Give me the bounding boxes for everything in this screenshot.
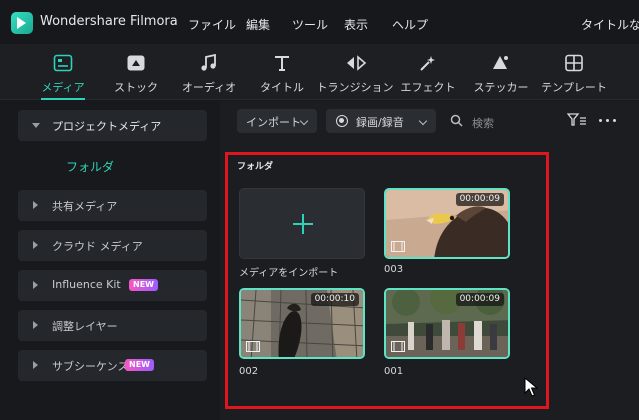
- title-bar: Wondershare Filmora ファイル 編集 ツール 表示 ヘルプ タ…: [0, 0, 639, 44]
- effect-icon: [420, 56, 435, 71]
- sidebar-item-label: サブシーケンス: [52, 360, 129, 373]
- new-badge: NEW: [129, 279, 158, 291]
- media-sidebar: プロジェクトメディア フォルダ 共有メディア クラウド メディア Influen…: [0, 101, 220, 420]
- menu-view[interactable]: 表示: [344, 16, 368, 33]
- sidebar-item-cloud-media[interactable]: クラウド メディア: [18, 230, 207, 261]
- app-name: Wondershare Filmora: [40, 14, 178, 29]
- clip-name: 001: [384, 366, 404, 377]
- module-toolbar: メディア ストック オーディオ タイトル トランジション エフェクト ステッカー…: [0, 44, 639, 100]
- clip-duration: 00:00:10: [310, 293, 359, 306]
- video-file-icon: [246, 341, 260, 352]
- chevron-right-icon: [33, 201, 38, 209]
- sidebar-item-label: Influence Kit: [52, 278, 121, 291]
- sidebar-item-folder[interactable]: フォルダ: [66, 158, 114, 175]
- tab-title[interactable]: タイトル: [246, 44, 318, 100]
- video-file-icon: [391, 241, 405, 252]
- project-title: タイトルなし: [581, 18, 639, 32]
- tab-transition[interactable]: トランジション: [317, 44, 394, 100]
- clip-name: 002: [239, 366, 259, 377]
- sidebar-item-influence-kit[interactable]: Influence Kit NEW: [18, 270, 207, 301]
- menu-edit[interactable]: 編集: [246, 16, 270, 33]
- chevron-right-icon: [33, 241, 38, 249]
- tab-effect[interactable]: エフェクト: [392, 44, 464, 100]
- sidebar-item-project-media[interactable]: プロジェクトメディア: [18, 110, 207, 141]
- tab-media[interactable]: メディア: [27, 44, 99, 100]
- search-icon[interactable]: [450, 114, 463, 127]
- chevron-down-icon: [32, 123, 40, 128]
- chevron-down-icon: [299, 116, 309, 126]
- sidebar-item-label: プロジェクトメディア: [52, 120, 162, 133]
- chevron-down-icon: [418, 116, 428, 126]
- import-media-tile[interactable]: [239, 188, 365, 259]
- tab-audio[interactable]: オーディオ: [173, 44, 245, 100]
- import-media-label: メディアをインポート: [239, 268, 339, 279]
- chevron-right-icon: [33, 361, 38, 369]
- filter-icon[interactable]: [567, 113, 587, 127]
- record-icon: [336, 115, 348, 127]
- media-panel-highlight: フォルダ メディアをインポート 00:00:09 003 00:00:10 00…: [225, 152, 549, 409]
- menu-tools[interactable]: ツール: [292, 16, 328, 33]
- title-icon: [275, 56, 289, 71]
- sidebar-item-label: 共有メディア: [52, 200, 118, 213]
- audio-icon: [201, 54, 216, 71]
- record-dropdown-label: 録画/録音: [356, 116, 404, 129]
- media-clip-003[interactable]: 00:00:09: [384, 188, 510, 259]
- sidebar-item-subsequence[interactable]: サブシーケンス NEW: [18, 350, 207, 381]
- tab-sticker[interactable]: ステッカー: [465, 44, 537, 100]
- panel-title: フォルダ: [237, 162, 274, 172]
- new-badge: NEW: [125, 359, 154, 371]
- search-input[interactable]: 検索: [472, 115, 494, 131]
- video-file-icon: [391, 341, 405, 352]
- sticker-icon: [493, 56, 508, 69]
- menu-help[interactable]: ヘルプ: [392, 16, 428, 33]
- media-content: インポート 録画/録音 検索 フォルダ メディアをインポート 00:00:09 …: [220, 101, 639, 420]
- sidebar-item-label: クラウド メディア: [52, 240, 143, 253]
- record-dropdown[interactable]: 録画/録音: [326, 109, 436, 133]
- sidebar-item-label: 調整レイヤー: [52, 320, 118, 333]
- clip-duration: 00:00:09: [455, 193, 504, 206]
- sidebar-item-adjustment-layer[interactable]: 調整レイヤー: [18, 310, 207, 341]
- media-icon: [53, 54, 73, 72]
- chevron-right-icon: [33, 281, 38, 289]
- tab-stock[interactable]: ストック: [100, 44, 172, 100]
- import-dropdown-label: インポート: [246, 116, 301, 129]
- sidebar-item-shared-media[interactable]: 共有メディア: [18, 190, 207, 221]
- tab-template-label: テンプレート: [541, 81, 607, 94]
- filmora-logo-icon: [11, 12, 33, 34]
- transition-icon: [347, 55, 367, 71]
- stock-icon: [127, 55, 145, 71]
- menu-file[interactable]: ファイル: [188, 16, 236, 33]
- import-dropdown[interactable]: インポート: [237, 109, 317, 133]
- more-icon[interactable]: [599, 119, 617, 123]
- chevron-right-icon: [33, 321, 38, 329]
- media-clip-001[interactable]: 00:00:09: [384, 288, 510, 359]
- clip-duration: 00:00:09: [455, 293, 504, 306]
- tab-template[interactable]: テンプレート: [538, 44, 610, 100]
- template-icon: [565, 54, 583, 72]
- media-clip-002[interactable]: 00:00:10: [239, 288, 365, 359]
- clip-name: 003: [384, 264, 404, 275]
- mouse-cursor-icon: [524, 377, 538, 397]
